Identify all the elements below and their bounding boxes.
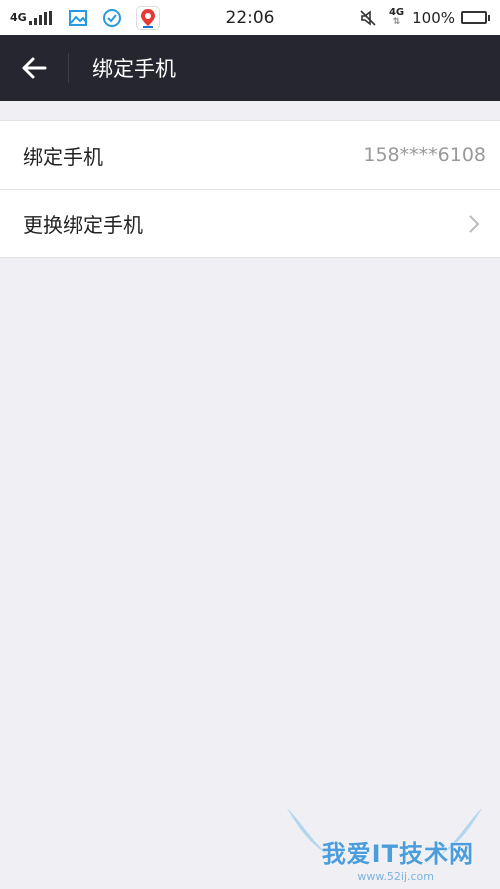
back-button[interactable] xyxy=(0,35,68,101)
mute-icon xyxy=(359,9,377,27)
bound-phone-label: 绑定手机 xyxy=(23,144,103,169)
nav-bar: 绑定手机 xyxy=(0,35,500,101)
change-phone-label: 更换绑定手机 xyxy=(23,213,143,237)
list-item-change-phone[interactable]: 更换绑定手机 xyxy=(0,189,500,257)
settings-list: 绑定手机 158****6108 更换绑定手机 xyxy=(0,120,500,258)
list-item-bound-phone[interactable]: 绑定手机 158****6108 xyxy=(0,121,500,189)
arrow-left-icon xyxy=(22,57,47,79)
watermark: 我爱IT技术网 www.52ij.com xyxy=(277,803,492,883)
page-title: 绑定手机 xyxy=(92,57,176,81)
chevron-right-icon xyxy=(468,214,480,234)
watermark-text: 我爱IT技术网 xyxy=(321,840,474,868)
status-right: 4G ⇅ 100% xyxy=(359,0,490,35)
nav-divider xyxy=(68,53,69,83)
battery-icon xyxy=(461,11,490,24)
data-arrows-icon: ⇅ xyxy=(392,17,401,27)
battery-percent: 100% xyxy=(412,8,455,27)
bound-phone-value: 158****6108 xyxy=(363,144,486,166)
data-network: 4G ⇅ xyxy=(389,8,404,27)
status-bar: 4G 22:06 4G ⇅ 100% xyxy=(0,0,500,35)
watermark-url: www.52ij.com xyxy=(357,870,434,883)
